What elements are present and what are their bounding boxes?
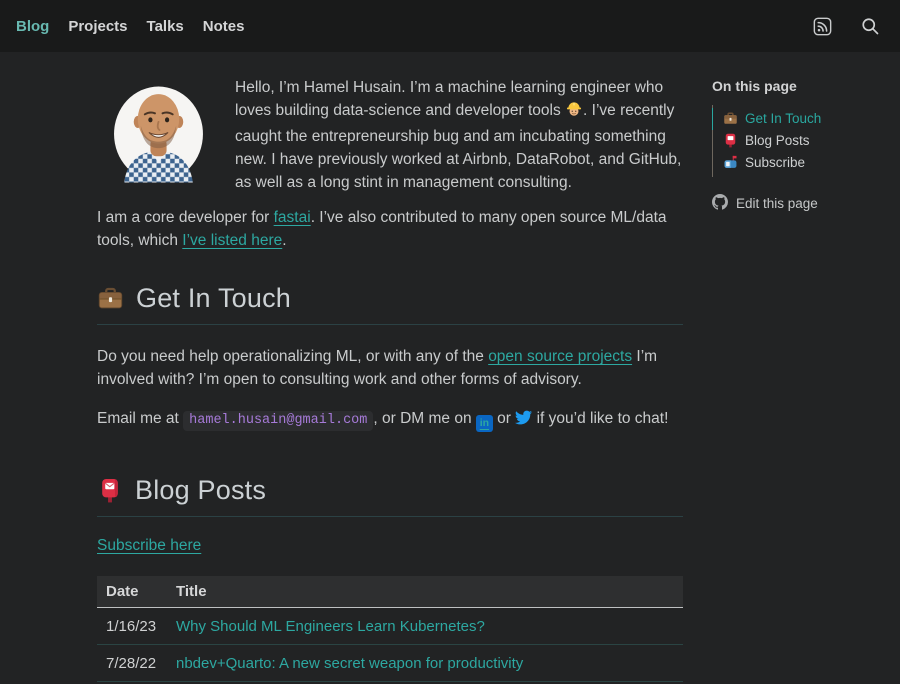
linkedin-icon[interactable]: in xyxy=(476,415,493,432)
edit-link-label: Edit this page xyxy=(736,196,818,211)
nav-item-projects[interactable]: Projects xyxy=(68,18,127,35)
subscribe-line: Subscribe here xyxy=(97,537,683,555)
toc-item-label: Subscribe xyxy=(745,155,805,170)
sidebar-title: On this page xyxy=(712,78,890,94)
edit-this-page-link[interactable]: Edit this page xyxy=(712,194,890,213)
github-icon xyxy=(712,194,728,213)
get-in-touch-heading: Get In Touch xyxy=(97,283,683,314)
blog-posts-title: Blog Posts xyxy=(135,475,266,506)
core-dev-paragraph: I am a core developer for fastai. I’ve a… xyxy=(97,206,683,252)
table-row: 1/16/23 Why Should ML Engineers Learn Ku… xyxy=(97,608,683,645)
subscribe-here-link[interactable]: Subscribe here xyxy=(97,537,201,554)
search-icon[interactable] xyxy=(860,16,880,36)
main-content: Hello, I’m Hamel Husain. I’m a machine l… xyxy=(97,76,683,682)
nav-item-talks[interactable]: Talks xyxy=(147,18,184,35)
nav-links: Blog Projects Talks Notes xyxy=(16,18,244,35)
mailbox-icon xyxy=(723,155,738,170)
section-divider xyxy=(97,324,683,325)
listed-here-link[interactable]: I’ve listed here xyxy=(182,232,282,249)
construction-worker-icon xyxy=(565,100,583,125)
table-header-title: Title xyxy=(167,576,683,608)
postbox-icon xyxy=(97,477,123,504)
post-date: 1/16/23 xyxy=(97,608,167,645)
contact-text-3: or xyxy=(493,410,515,427)
section-divider xyxy=(97,516,683,517)
table-row: 7/28/22 nbdev+Quarto: A new secret weapo… xyxy=(97,645,683,682)
toc-item-label: Blog Posts xyxy=(745,133,810,148)
rss-icon[interactable] xyxy=(813,17,832,36)
page-body: Hello, I’m Hamel Husain. I’m a machine l… xyxy=(0,52,900,682)
navbar: Blog Projects Talks Notes xyxy=(0,0,900,52)
core-dev-text-3: . xyxy=(282,232,286,249)
toc-item-subscribe[interactable]: Subscribe xyxy=(712,152,890,174)
twitter-icon[interactable] xyxy=(515,409,532,433)
toc: Get In Touch Blog Posts xyxy=(712,105,890,177)
table-header-row: Date Title xyxy=(97,576,683,608)
nav-item-notes[interactable]: Notes xyxy=(203,18,245,35)
blog-posts-heading: Blog Posts xyxy=(97,475,683,506)
core-dev-text-1: I am a core developer for xyxy=(97,209,274,226)
blog-posts-table: Date Title 1/16/23 Why Should ML Enginee… xyxy=(97,576,683,682)
toc-item-blog-posts[interactable]: Blog Posts xyxy=(712,130,890,152)
briefcase-icon xyxy=(97,285,124,312)
briefcase-icon xyxy=(723,111,738,126)
post-date: 7/28/22 xyxy=(97,645,167,682)
table-header-date: Date xyxy=(97,576,167,608)
post-title-link[interactable]: nbdev+Quarto: A new secret weapon for pr… xyxy=(176,655,523,672)
contact-paragraph: Email me at hamel.husain@gmail.com, or D… xyxy=(97,407,683,433)
consulting-text-1: Do you need help operationalizing ML, or… xyxy=(97,348,488,365)
intro-paragraph: Hello, I’m Hamel Husain. I’m a machine l… xyxy=(235,76,683,194)
navbar-icons xyxy=(813,16,880,36)
toc-item-get-in-touch[interactable]: Get In Touch xyxy=(712,108,890,130)
contact-text-4: if you’d like to chat! xyxy=(532,410,668,427)
avatar-photo xyxy=(111,80,207,184)
toc-item-label: Get In Touch xyxy=(745,111,821,126)
post-title-link[interactable]: Why Should ML Engineers Learn Kubernetes… xyxy=(176,618,485,635)
contact-text-1: Email me at xyxy=(97,410,183,427)
on-this-page-sidebar: On this page Get In Touch xyxy=(712,76,890,682)
intro-section: Hello, I’m Hamel Husain. I’m a machine l… xyxy=(97,76,683,194)
postbox-icon xyxy=(723,133,738,148)
contact-text-2: , or DM me on xyxy=(373,410,476,427)
nav-item-blog[interactable]: Blog xyxy=(16,18,49,35)
open-source-projects-link[interactable]: open source projects xyxy=(488,348,632,365)
get-in-touch-title: Get In Touch xyxy=(136,283,291,314)
email-address: hamel.husain@gmail.com xyxy=(183,411,373,431)
fastai-link[interactable]: fastai xyxy=(274,209,311,226)
consulting-paragraph: Do you need help operationalizing ML, or… xyxy=(97,345,683,391)
